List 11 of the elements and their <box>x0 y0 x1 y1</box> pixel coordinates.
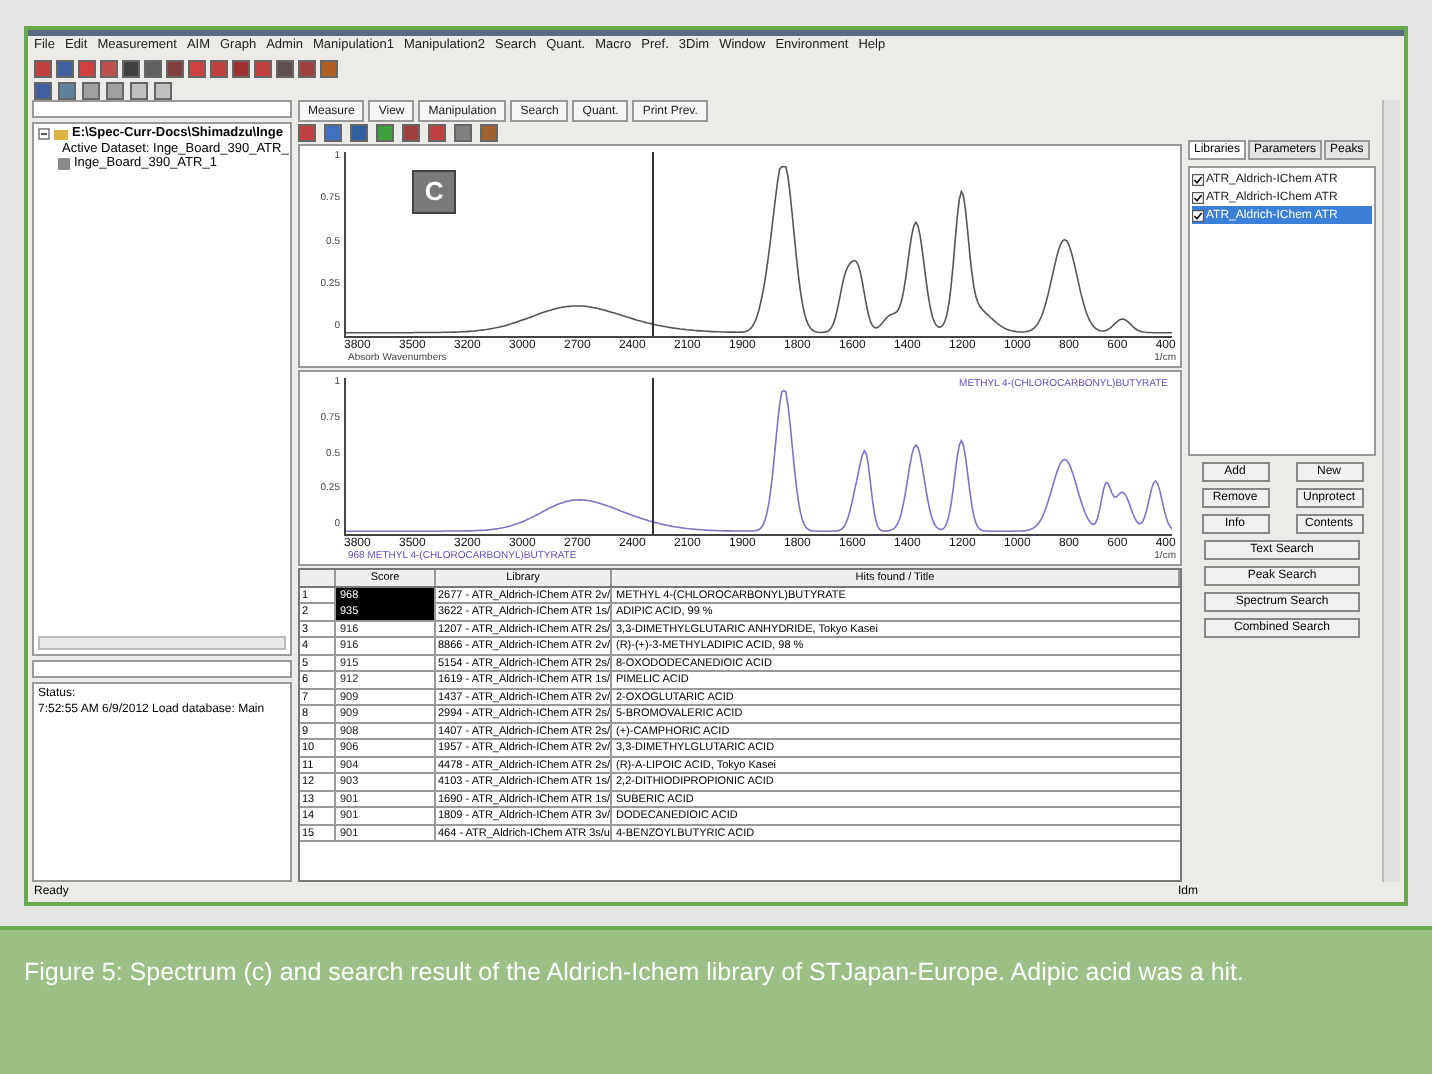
checkbox[interactable] <box>1192 209 1204 221</box>
dataset-icon <box>58 158 70 171</box>
checkbox[interactable] <box>1192 191 1204 203</box>
panel-badge: C <box>412 170 457 215</box>
collapse-icon[interactable] <box>38 128 50 141</box>
figure-caption: Figure 5: Spectrum (c) and search result of the Aldrich-Ichem library of STJapan-Europe. Adipic acid was a hit. <box>24 956 1246 990</box>
scrollbar[interactable] <box>38 636 286 650</box>
checkbox[interactable] <box>1192 173 1204 185</box>
folder-icon <box>54 129 68 140</box>
combo-box[interactable] <box>32 100 292 118</box>
combo-box[interactable] <box>32 660 292 678</box>
